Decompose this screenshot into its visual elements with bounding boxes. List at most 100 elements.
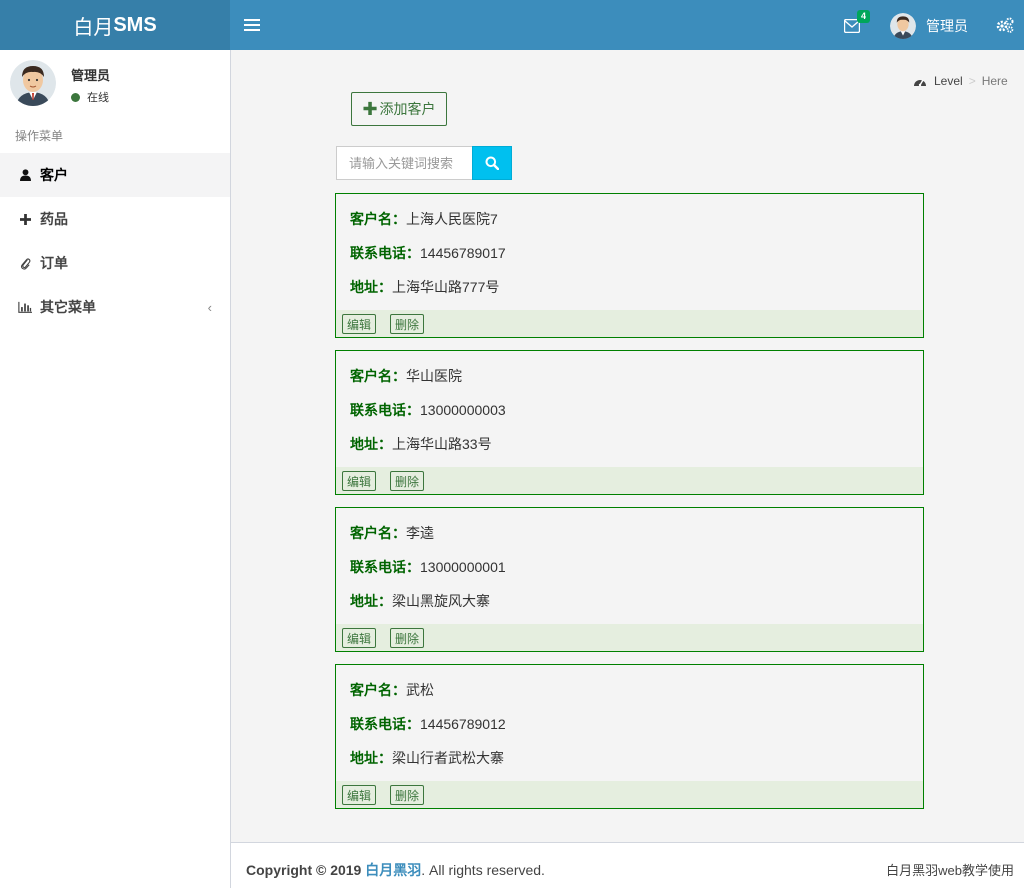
delete-button[interactable]: 删除 [390, 314, 425, 334]
edit-button[interactable]: 编辑 [342, 314, 377, 334]
header-user-name: 管理员 [926, 18, 968, 34]
sidebar-item-label: 其它菜单 [40, 299, 96, 315]
customer-address: 梁山行者武松大寨 [392, 750, 504, 766]
breadcrumb-level[interactable]: Level [934, 74, 963, 88]
customer-card: 客户名：上海人民医院7 联系电话：14456789017 地址：上海华山路777… [335, 193, 924, 338]
customer-name: 华山医院 [406, 368, 462, 384]
sidebar: 管理员 在线 操作菜单 客户 药品 订单 其它菜单 ‹ [0, 50, 231, 888]
online-status: 在线 [71, 89, 109, 105]
customer-address-field: 地址：梁山行者武松大寨 [350, 748, 504, 768]
edit-button[interactable]: 编辑 [342, 628, 377, 648]
menu-header: 操作菜单 [15, 129, 64, 143]
delete-button[interactable]: 删除 [390, 785, 425, 805]
customer-card: 客户名：武松 联系电话：14456789012 地址：梁山行者武松大寨 编辑 删… [335, 664, 924, 809]
customer-address: 上海华山路33号 [392, 436, 492, 452]
address-label: 地址： [350, 593, 392, 609]
chevron-left-icon: ‹ [207, 299, 212, 315]
gears-icon[interactable] [996, 17, 1014, 33]
customer-phone-field: 联系电话：13000000001 [350, 557, 506, 577]
customer-name: 李逵 [406, 525, 434, 541]
delete-button[interactable]: 删除 [390, 628, 425, 648]
breadcrumb: Level > Here [913, 74, 1008, 88]
customer-name: 上海人民医院7 [406, 211, 498, 227]
logo-bold-text: SMS [113, 13, 157, 36]
edit-button[interactable]: 编辑 [342, 785, 377, 805]
customer-phone-field: 联系电话：14456789017 [350, 243, 506, 263]
sidebar-item-label: 订单 [40, 255, 68, 271]
sidebar-item-label: 药品 [40, 211, 68, 227]
phone-label: 联系电话： [350, 716, 420, 732]
address-label: 地址： [350, 750, 392, 766]
avatar [890, 13, 916, 39]
sidebar-toggle-icon[interactable] [244, 16, 260, 34]
sidebar-item-other[interactable]: 其它菜单 ‹ [0, 285, 230, 329]
user-panel: 管理员 在线 [10, 60, 220, 110]
customer-name-field: 客户名：武松 [350, 680, 434, 700]
sidebar-item-orders[interactable]: 订单 [0, 241, 230, 285]
card-actions: 编辑 删除 [336, 467, 923, 494]
name-label: 客户名： [350, 368, 406, 384]
avatar [10, 60, 56, 106]
sidebar-item-customers[interactable]: 客户 [0, 153, 230, 197]
dashboard-icon [914, 79, 926, 86]
customer-name-field: 客户名：华山医院 [350, 366, 462, 386]
customer-phone: 14456789017 [420, 245, 506, 261]
customer-address: 梁山黑旋风大寨 [392, 593, 490, 609]
breadcrumb-here: Here [981, 74, 1008, 88]
plus-icon: ✚ [362, 98, 378, 119]
customer-name-field: 客户名：上海人民医院7 [350, 209, 498, 229]
sidebar-menu: 客户 药品 订单 其它菜单 ‹ [0, 153, 230, 329]
breadcrumb-separator: > [968, 74, 976, 88]
messages-count-badge: 4 [857, 10, 871, 23]
card-actions: 编辑 删除 [336, 624, 923, 651]
name-label: 客户名： [350, 682, 406, 698]
phone-label: 联系电话： [350, 402, 420, 418]
customer-phone: 14456789012 [420, 716, 506, 732]
name-label: 客户名： [350, 525, 406, 541]
address-label: 地址： [350, 279, 392, 295]
top-navbar: 4 管理员 [230, 0, 1024, 50]
sidebar-item-label: 客户 [40, 167, 68, 183]
delete-button[interactable]: 删除 [390, 471, 425, 491]
customer-name-field: 客户名：李逵 [350, 523, 434, 543]
customer-phone-field: 联系电话：13000000003 [350, 400, 506, 420]
app-logo[interactable]: 白月 SMS [0, 0, 230, 50]
edit-button[interactable]: 编辑 [342, 471, 377, 491]
card-actions: 编辑 删除 [336, 781, 923, 808]
customer-address-field: 地址：上海华山路777号 [350, 277, 499, 297]
copyright-prefix: Copyright © 2019 [246, 862, 366, 878]
customer-phone: 13000000001 [420, 559, 506, 575]
add-customer-label: 添加客户 [379, 101, 436, 117]
search-icon [485, 156, 499, 170]
customer-card: 客户名：李逵 联系电话：13000000001 地址：梁山黑旋风大寨 编辑 删除 [335, 507, 924, 652]
paperclip-icon [18, 256, 32, 270]
plus-icon [18, 212, 32, 226]
copyright: Copyright © 2019 白月黑羽. All rights reserv… [246, 860, 545, 880]
customer-name: 武松 [406, 682, 434, 698]
add-customer-button[interactable]: ✚ 添加客户 [351, 92, 447, 126]
bar-chart-icon [18, 300, 32, 314]
phone-label: 联系电话： [350, 559, 420, 575]
messages-button[interactable]: 4 [843, 10, 871, 36]
sidebar-user-name: 管理员 [71, 68, 111, 83]
address-label: 地址： [350, 436, 392, 452]
card-actions: 编辑 删除 [336, 310, 923, 337]
sidebar-item-medicines[interactable]: 药品 [0, 197, 230, 241]
customer-phone-field: 联系电话：14456789012 [350, 714, 506, 734]
customer-address-field: 地址：上海华山路33号 [350, 434, 492, 454]
phone-label: 联系电话： [350, 245, 420, 261]
customer-address-field: 地址：梁山黑旋风大寨 [350, 591, 490, 611]
online-status-text: 在线 [87, 92, 109, 104]
user-menu[interactable]: 管理员 [890, 12, 968, 40]
search-button[interactable] [472, 146, 512, 180]
brand-link[interactable]: 白月黑羽 [365, 862, 421, 878]
customer-address: 上海华山路777号 [392, 279, 500, 295]
copyright-suffix: . All rights reserved. [421, 862, 545, 878]
online-dot-icon [71, 92, 80, 102]
name-label: 客户名： [350, 211, 406, 227]
logo-light-text: 白月 [73, 16, 114, 39]
user-icon [18, 168, 32, 182]
footer-right-text: 白月黑羽web教学使用 [886, 863, 1014, 878]
footer: Copyright © 2019 白月黑羽. All rights reserv… [231, 842, 1024, 888]
search-input[interactable] [336, 146, 473, 180]
